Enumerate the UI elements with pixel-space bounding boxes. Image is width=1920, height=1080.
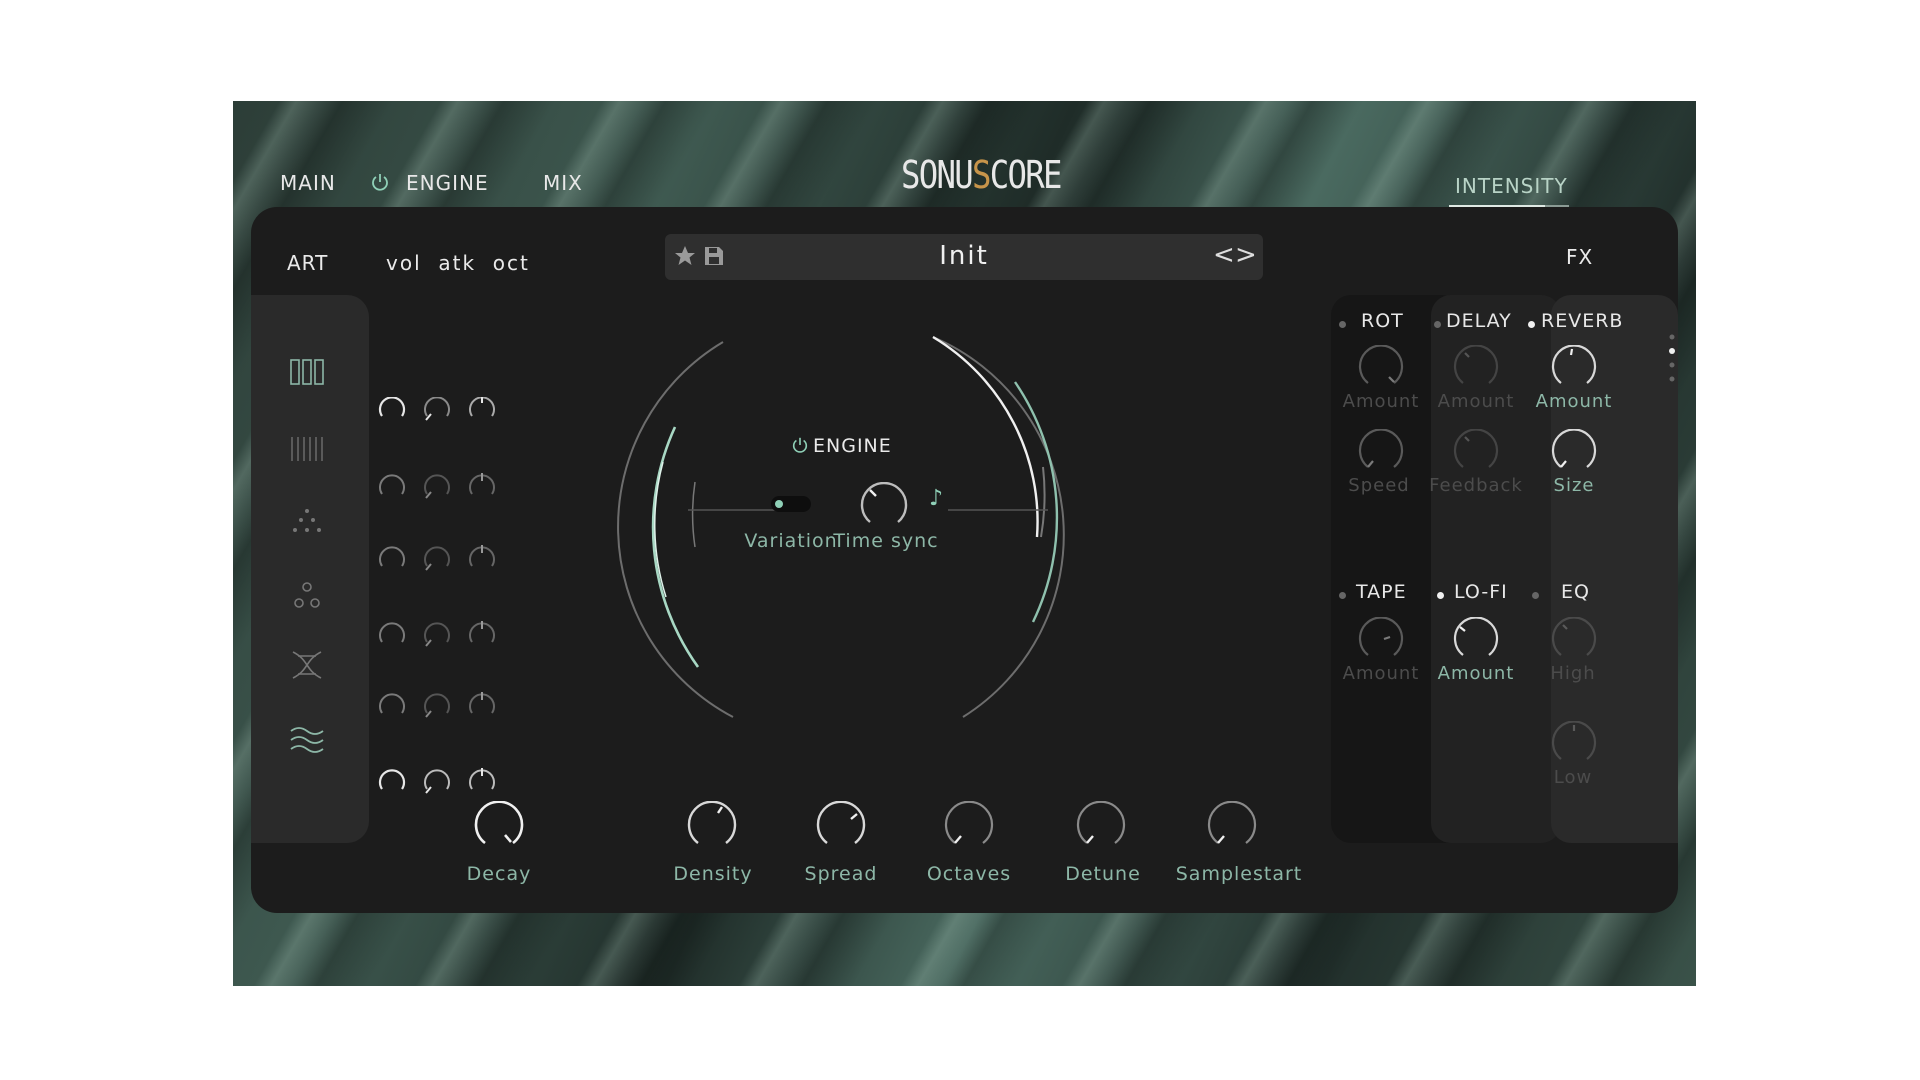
tab-main[interactable]: MAIN	[280, 171, 336, 195]
eq-low-knob[interactable]	[1549, 721, 1599, 767]
tab-mix-label: MIX	[543, 171, 583, 195]
three-bars-icon[interactable]	[289, 358, 325, 386]
eq-enable-dot[interactable]	[1532, 592, 1539, 599]
detune-label: Detune	[1065, 863, 1141, 885]
reverb-amount-label: Amount	[1535, 391, 1613, 412]
knob-row-3[interactable]	[379, 545, 495, 571]
tab-main-label: MAIN	[280, 171, 336, 195]
tape-enable-dot[interactable]	[1339, 592, 1346, 599]
engine-title[interactable]: ENGINE	[791, 435, 892, 457]
delay-amount-knob[interactable]	[1451, 345, 1501, 391]
wave-icon[interactable]	[289, 725, 325, 755]
tab-engine-label: ENGINE	[406, 171, 489, 195]
reverb-size-label: Size	[1553, 475, 1595, 496]
octaves-knob[interactable]	[941, 801, 997, 851]
tab-mix[interactable]: MIX	[543, 171, 583, 195]
detune-knob[interactable]	[1073, 801, 1129, 851]
delay-title[interactable]: DELAY	[1446, 310, 1512, 332]
density-knob[interactable]	[684, 801, 740, 851]
knob-row-4[interactable]	[379, 621, 495, 647]
dot-triangle-icon[interactable]	[289, 507, 325, 535]
tape-title[interactable]: TAPE	[1356, 581, 1407, 603]
reverb-amount-knob[interactable]	[1549, 345, 1599, 391]
knob-row-6[interactable]	[378, 768, 495, 794]
lofi-amount-knob[interactable]	[1451, 617, 1501, 663]
eq-title[interactable]: EQ	[1561, 581, 1590, 603]
reverb-scroll-dots[interactable]	[1668, 333, 1676, 393]
rot-speed-knob[interactable]	[1356, 429, 1406, 475]
lofi-enable-dot[interactable]	[1437, 592, 1444, 599]
delay-feedback-knob[interactable]	[1451, 429, 1501, 475]
vol-atk-oct-label: vol atk oct	[386, 251, 530, 275]
tab-engine[interactable]: ENGINE	[372, 171, 497, 209]
main-panel: ART vol atk oct FX Init < > ENGINE Varia…	[251, 207, 1678, 913]
preset-bar[interactable]: Init < >	[665, 234, 1263, 280]
time-sync-knob[interactable]	[856, 482, 912, 532]
fx-label[interactable]: FX	[1566, 245, 1593, 269]
art-label: ART	[287, 251, 329, 275]
dna-icon[interactable]	[289, 650, 325, 680]
preset-name: Init	[939, 241, 989, 271]
samplestart-knob[interactable]	[1204, 801, 1260, 851]
spread-label: Spread	[804, 863, 878, 885]
eq-high-label: High	[1550, 663, 1596, 684]
variation-toggle-dot	[775, 500, 783, 508]
rot-enable-dot[interactable]	[1339, 321, 1346, 328]
time-sync-label: Time sync	[833, 530, 939, 552]
reverb-enable-dot[interactable]	[1528, 321, 1535, 328]
articulation-knob-grid	[378, 397, 495, 794]
articulation-sidebar	[251, 295, 369, 843]
eq-low-label: Low	[1553, 767, 1593, 788]
tape-amount-knob[interactable]	[1356, 617, 1406, 663]
knob-row-1[interactable]	[378, 397, 495, 421]
reverb-size-knob[interactable]	[1549, 429, 1599, 475]
knob-row-2[interactable]	[379, 473, 495, 499]
spread-knob[interactable]	[813, 801, 869, 851]
knob-row-5[interactable]	[379, 692, 495, 718]
rot-amount-knob[interactable]	[1356, 345, 1406, 391]
many-lines-icon[interactable]	[289, 435, 325, 463]
plugin-window: MAIN ENGINE MIX SONUSCORE INTENSITY ART …	[233, 101, 1696, 986]
variation-toggle[interactable]	[771, 496, 811, 512]
samplestart-label: Samplestart	[1175, 863, 1303, 885]
vol-atk-oct-knob-rows	[378, 397, 495, 794]
preset-prev-button[interactable]: <	[1213, 240, 1235, 270]
music-note-icon[interactable]: ♪	[929, 486, 943, 511]
preset-next-button[interactable]: >	[1235, 240, 1257, 270]
decay-label: Decay	[466, 863, 532, 885]
decay-knob[interactable]	[471, 801, 527, 851]
fx-rack: ROT Amount Speed DELAY Amount Feedback R…	[1331, 295, 1678, 843]
brand-logo: SONUSCORE	[901, 153, 1062, 197]
density-label: Density	[673, 863, 753, 885]
intensity-tab[interactable]: INTENSITY	[1455, 174, 1568, 198]
lofi-title[interactable]: LO-FI	[1454, 581, 1508, 603]
circles-icon[interactable]	[289, 581, 325, 611]
rot-title[interactable]: ROT	[1361, 310, 1404, 332]
reverb-title[interactable]: REVERB	[1541, 310, 1623, 332]
power-icon[interactable]	[370, 172, 390, 192]
engine-title-label: ENGINE	[813, 435, 892, 457]
eq-high-knob[interactable]	[1549, 617, 1599, 663]
octaves-label: Octaves	[926, 863, 1012, 885]
delay-enable-dot[interactable]	[1434, 321, 1441, 328]
engine-power-icon[interactable]	[791, 436, 809, 454]
